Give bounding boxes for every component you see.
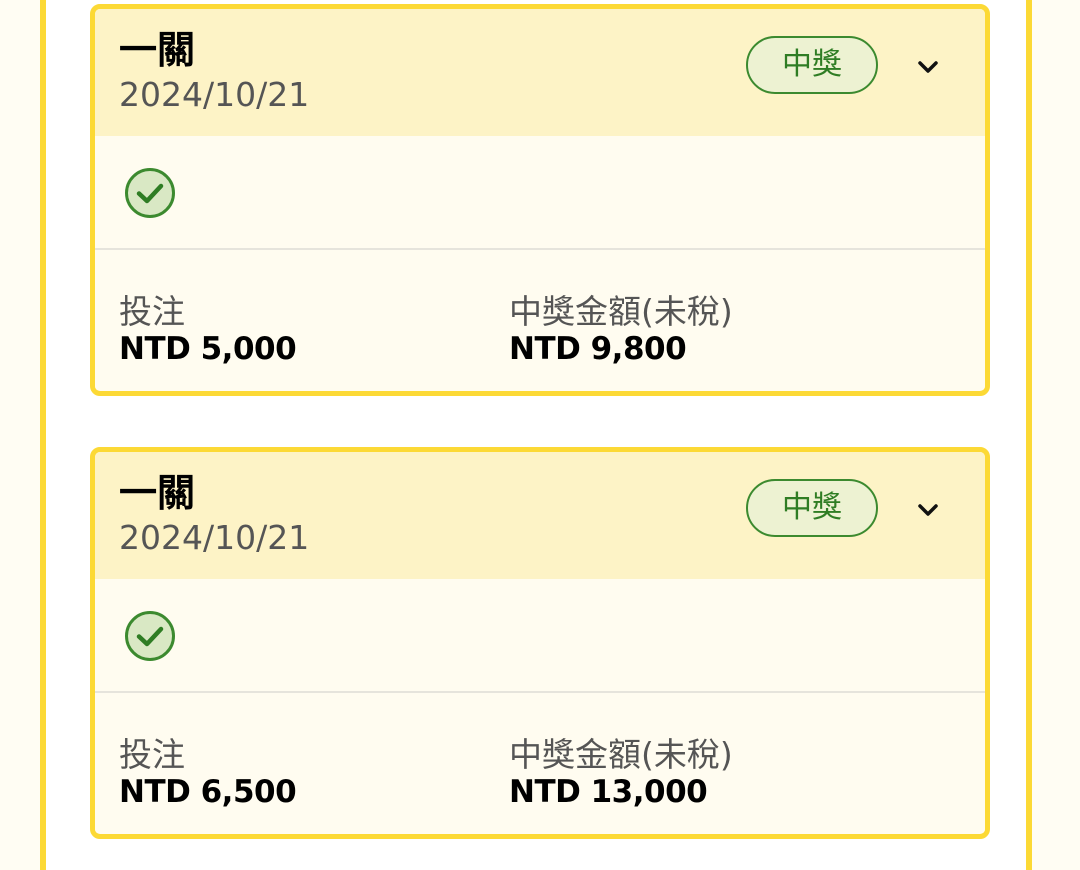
bet-stats: 投注 NTD 6,500 中獎金額(未稅) NTD 13,000	[95, 693, 985, 833]
bet-amount-value: NTD 6,500	[119, 774, 297, 810]
payout-label: 中獎金額(未稅)	[509, 292, 733, 331]
check-circle-icon	[125, 611, 175, 661]
bet-amount-label: 投注	[119, 735, 185, 774]
bet-card: 一關 2024/10/21 中獎 投注 NTD 5,000 中獎金額(未稅) N…	[90, 4, 990, 396]
bet-date: 2024/10/21	[119, 518, 310, 557]
bet-stats: 投注 NTD 5,000 中獎金額(未稅) NTD 9,800	[95, 250, 985, 390]
payout-label: 中獎金額(未稅)	[509, 735, 733, 774]
status-badge: 中獎	[746, 36, 878, 94]
bet-type-title: 一關	[119, 28, 196, 72]
bet-card-header[interactable]: 一關 2024/10/21 中獎	[95, 9, 985, 136]
bet-amount-label: 投注	[119, 292, 185, 331]
bet-type-title: 一關	[119, 471, 196, 515]
bet-card-header[interactable]: 一關 2024/10/21 中獎	[95, 452, 985, 579]
selection-row	[95, 136, 985, 250]
bet-card: 一關 2024/10/21 中獎 投注 NTD 6,500 中獎金額(未稅) N…	[90, 447, 990, 839]
status-badge: 中獎	[746, 479, 878, 537]
selection-row	[95, 579, 985, 693]
bet-amount-value: NTD 5,000	[119, 331, 297, 367]
chevron-down-icon[interactable]	[913, 495, 943, 525]
chevron-down-icon[interactable]	[913, 52, 943, 82]
payout-value: NTD 13,000	[509, 774, 708, 810]
payout-value: NTD 9,800	[509, 331, 687, 367]
check-circle-icon	[125, 168, 175, 218]
bet-date: 2024/10/21	[119, 75, 310, 114]
